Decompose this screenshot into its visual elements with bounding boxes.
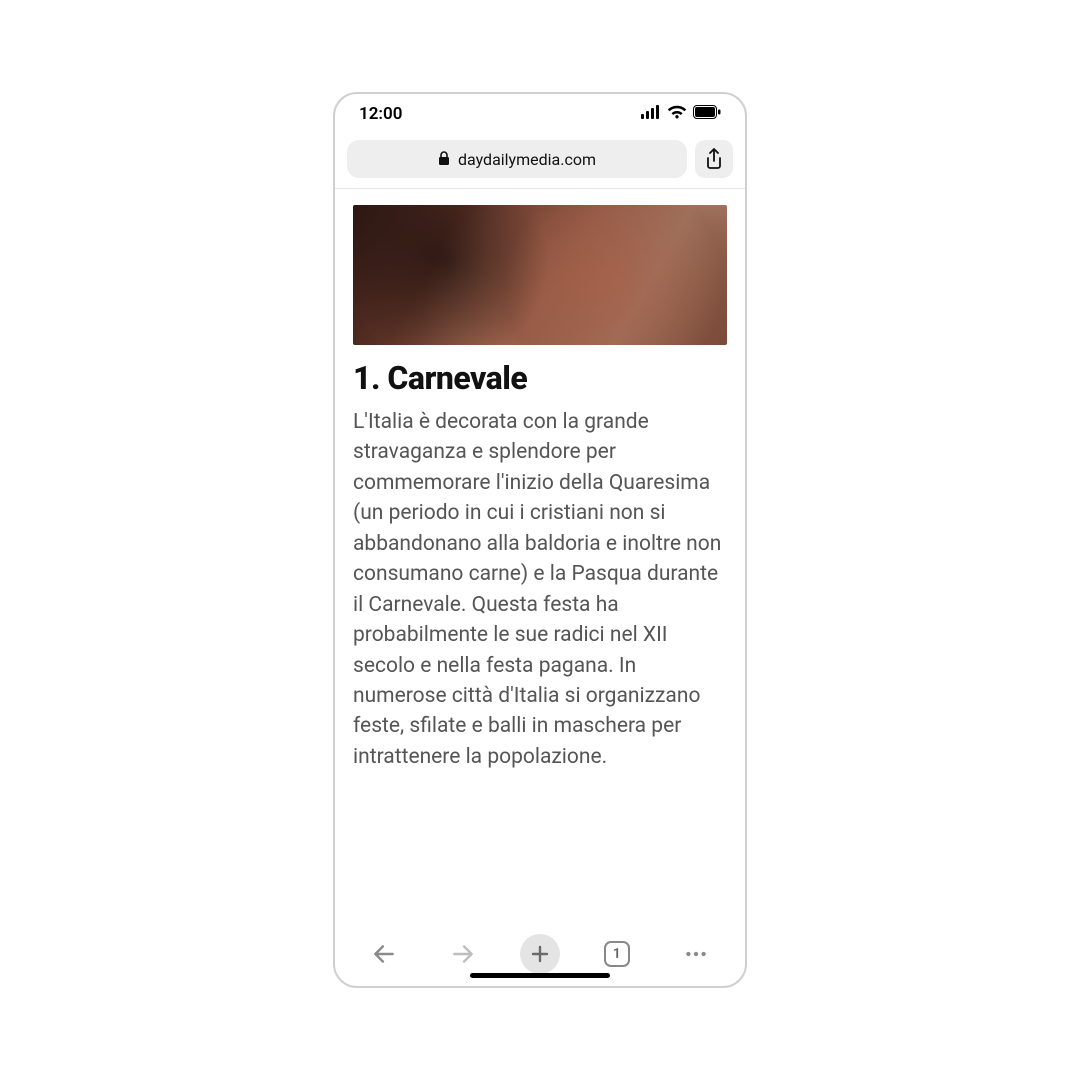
phone-frame: 12:00 daydailymedia.com 1. Carnevale — [333, 92, 747, 988]
menu-button[interactable] — [674, 932, 718, 976]
tabs-button[interactable]: 1 — [595, 932, 639, 976]
status-indicators — [641, 104, 721, 124]
home-indicator[interactable] — [470, 973, 610, 978]
browser-url-bar: daydailymedia.com — [335, 134, 745, 189]
forward-button[interactable] — [441, 932, 485, 976]
wifi-icon — [667, 104, 687, 124]
article-title: 1. Carnevale — [353, 359, 727, 397]
new-tab-button[interactable] — [520, 934, 560, 974]
page-content[interactable]: 1. Carnevale L'Italia è decorata con la … — [335, 189, 745, 922]
hero-image — [353, 205, 727, 345]
address-field[interactable]: daydailymedia.com — [347, 140, 687, 178]
status-bar: 12:00 — [335, 94, 745, 134]
tabs-count: 1 — [604, 941, 630, 967]
lock-icon — [438, 150, 450, 169]
url-text: daydailymedia.com — [458, 150, 596, 169]
back-button[interactable] — [362, 932, 406, 976]
status-time: 12:00 — [359, 104, 402, 124]
share-button[interactable] — [695, 140, 733, 178]
article-body: L'Italia è decorata con la grande strava… — [353, 407, 727, 772]
cellular-icon — [641, 104, 661, 124]
battery-icon — [693, 104, 721, 124]
